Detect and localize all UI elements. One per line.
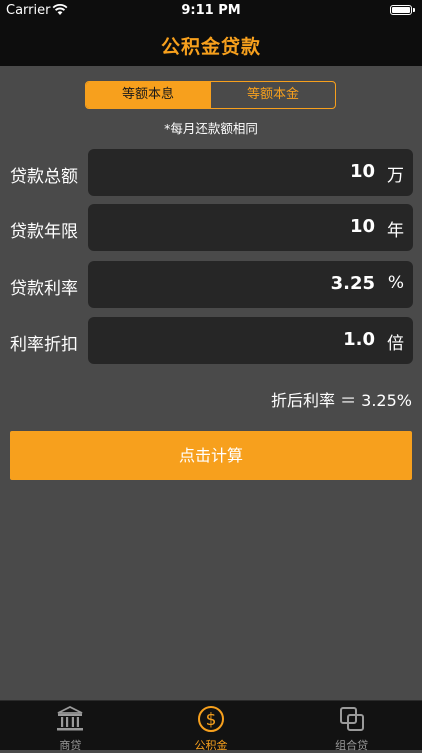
interest-rate-unit: %	[387, 273, 404, 293]
loan-amount-label: 贷款总额	[10, 167, 78, 187]
status-bar: Carrier 9:11 PM	[0, 0, 422, 22]
rate-discount-unit: 倍	[387, 334, 404, 354]
repayment-method-segment: 等额本息 等额本金	[85, 81, 336, 109]
loan-term-value: 10	[349, 216, 375, 237]
battery-icon	[390, 5, 415, 15]
loan-amount-field[interactable]: 10 万	[88, 149, 413, 196]
discounted-rate-result: 折后利率 ＝ 3.25%	[270, 391, 412, 410]
loan-term-field[interactable]: 10 年	[88, 204, 413, 251]
method-note: *每月还款额相同	[164, 121, 258, 136]
rate-discount-value: 1.0	[343, 329, 375, 350]
loan-term-unit: 年	[387, 221, 404, 241]
tab-bar: 商贷 $ 公积金 组合贷	[0, 700, 422, 752]
tab-combined-loan[interactable]: 组合贷	[281, 701, 422, 752]
tab-combined-loan-label: 组合贷	[335, 739, 369, 752]
overlap-squares-icon	[339, 707, 364, 731]
rate-discount-field[interactable]: 1.0 倍	[88, 317, 413, 364]
segment-equal-installment[interactable]: 等额本息	[86, 82, 210, 108]
loan-term-label: 贷款年限	[10, 222, 78, 242]
clock: 9:11 PM	[181, 3, 241, 18]
rate-discount-label: 利率折扣	[10, 335, 78, 355]
interest-rate-value: 3.25	[330, 273, 375, 294]
bank-icon	[57, 705, 84, 731]
segment-equal-principal[interactable]: 等额本金	[210, 82, 335, 108]
loan-amount-unit: 万	[387, 166, 404, 186]
svg-text:$: $	[206, 710, 217, 730]
nav-bar: 公积金贷款	[0, 22, 422, 66]
tab-commercial-loan[interactable]: 商贷	[0, 701, 141, 752]
tab-provident-fund[interactable]: $ 公积金	[141, 701, 282, 752]
dollar-circle-icon: $	[198, 706, 224, 732]
interest-rate-label: 贷款利率	[10, 279, 78, 299]
page-title: 公积金贷款	[160, 36, 261, 58]
tab-commercial-loan-label: 商贷	[59, 739, 82, 752]
calculate-button[interactable]: 点击计算	[10, 431, 412, 480]
loan-amount-value: 10	[349, 161, 375, 182]
tab-provident-fund-label: 公积金	[194, 739, 228, 752]
interest-rate-field[interactable]: 3.25 %	[88, 261, 413, 308]
